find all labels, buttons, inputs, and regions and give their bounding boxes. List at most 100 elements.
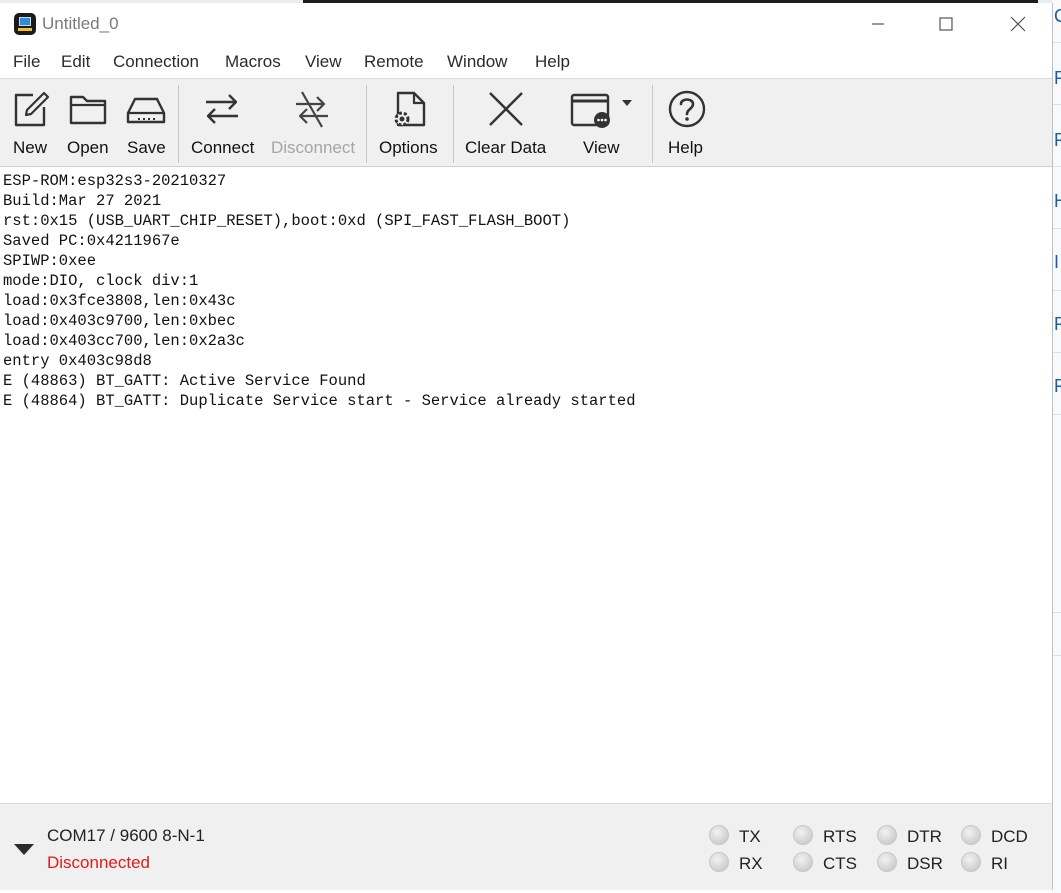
background-divider: [1052, 228, 1061, 229]
options-label: Options: [379, 138, 438, 157]
maximize-button[interactable]: [916, 3, 976, 44]
save-label: Save: [127, 138, 166, 157]
maximize-icon: [939, 16, 953, 31]
terminal-line: load:0x403cc700,len:0x2a3c: [3, 332, 245, 350]
help-question-icon: [668, 90, 706, 128]
menu-remote[interactable]: Remote: [364, 52, 424, 72]
background-divider: [1052, 352, 1061, 353]
background-divider: [1052, 290, 1061, 291]
toolbar-separator: [652, 85, 653, 163]
background-glyph: H: [1054, 191, 1061, 211]
background-divider: [1052, 655, 1061, 656]
background-divider: [1052, 612, 1061, 613]
new-label: New: [13, 138, 48, 157]
save-button[interactable]: Save: [120, 79, 174, 167]
menu-window[interactable]: Window: [447, 52, 507, 72]
status-bar: COM17 / 9600 8-N-1 Disconnected TX RX RT…: [0, 803, 1052, 890]
new-button[interactable]: New: [4, 79, 58, 167]
help-label: Help: [668, 138, 703, 157]
rx-label: RX: [739, 854, 763, 873]
dsr-label: DSR: [907, 854, 943, 873]
view-window-icon: [570, 93, 632, 128]
disconnect-label: Disconnect: [271, 138, 356, 157]
terminal-line: Saved PC:0x4211967e: [3, 232, 180, 250]
help-button[interactable]: Help: [662, 79, 714, 167]
dtr-indicator-led: [877, 825, 897, 845]
app-window: Untitled_0 File Edit Connection Macros V…: [0, 3, 1053, 890]
clear-x-icon: [489, 92, 523, 126]
toolbar-separator: [178, 85, 179, 163]
menu-macros[interactable]: Macros: [225, 52, 281, 72]
background-glyph: F: [1054, 130, 1061, 150]
options-document-gear-icon: [394, 91, 426, 127]
view-label: View: [583, 138, 620, 157]
options-button[interactable]: Options: [372, 79, 448, 167]
rts-indicator-led: [793, 825, 813, 845]
dtr-label: DTR: [907, 827, 942, 846]
dcd-label: DCD: [991, 827, 1028, 846]
terminal-line: ESP-ROM:esp32s3-20210327: [3, 172, 227, 190]
terminal-output[interactable]: ESP-ROM:esp32s3-20210327 Build:Mar 27 20…: [0, 167, 1052, 803]
collapse-toggle-icon[interactable]: [14, 844, 34, 855]
connect-label: Connect: [191, 138, 255, 157]
background-glyph: C: [1054, 6, 1061, 26]
dsr-indicator-led: [877, 852, 897, 872]
background-app-sliver: C F F H I F F: [1052, 0, 1061, 893]
terminal-line: E (48863) BT_GATT: Active Service Found: [3, 372, 366, 390]
menu-bar: File Edit Connection Macros View Remote …: [0, 44, 1052, 78]
menu-help[interactable]: Help: [535, 52, 570, 72]
window-title: Untitled_0: [42, 14, 119, 33]
folder-icon: [69, 95, 107, 125]
cts-label: CTS: [823, 854, 857, 873]
tx-label: TX: [739, 827, 761, 846]
app-icon: [14, 13, 36, 35]
ri-indicator-led: [961, 852, 981, 872]
new-file-icon: [14, 91, 50, 127]
drive-icon: [126, 97, 166, 124]
toolbar: New Open Save Connect Disconnect Options…: [0, 78, 1052, 167]
toolbar-separator: [366, 85, 367, 163]
background-divider: [1052, 166, 1061, 167]
terminal-line: mode:DIO, clock div:1: [3, 272, 199, 290]
background-glyph: F: [1054, 376, 1061, 396]
terminal-line: SPIWP:0xee: [3, 252, 97, 270]
connect-arrows-icon: [206, 94, 238, 124]
rx-indicator-led: [709, 852, 729, 872]
menu-file[interactable]: File: [13, 52, 40, 72]
cts-indicator-led: [793, 852, 813, 872]
background-glyph: F: [1054, 314, 1061, 334]
background-divider: [1052, 104, 1061, 105]
terminal-line: entry 0x403c98d8: [3, 352, 152, 370]
rts-label: RTS: [823, 827, 857, 846]
background-glyph: I: [1054, 252, 1060, 272]
menu-connection[interactable]: Connection: [113, 52, 199, 72]
terminal-line: E (48864) BT_GATT: Duplicate Service sta…: [3, 392, 636, 410]
disconnect-icon: [296, 91, 328, 128]
clear-data-button[interactable]: Clear Data: [460, 79, 552, 167]
minimize-button[interactable]: [848, 3, 908, 44]
tx-indicator-led: [709, 825, 729, 845]
terminal-line: load:0x403c9700,len:0xbec: [3, 312, 236, 330]
terminal-line: load:0x3fce3808,len:0x43c: [3, 292, 236, 310]
clear-data-label: Clear Data: [465, 138, 547, 157]
ri-label: RI: [991, 854, 1008, 873]
background-divider: [1052, 414, 1061, 415]
terminal-line: Build:Mar 27 2021: [3, 192, 162, 210]
disconnect-button[interactable]: Disconnect: [268, 79, 360, 167]
open-button[interactable]: Open: [62, 79, 116, 167]
background-glyph: F: [1054, 68, 1061, 88]
connection-status: Disconnected: [47, 853, 151, 872]
dcd-indicator-led: [961, 825, 981, 845]
view-button[interactable]: View: [562, 79, 642, 167]
terminal-line: rst:0x15 (USB_UART_CHIP_RESET),boot:0xd …: [3, 212, 571, 230]
connect-button[interactable]: Connect: [186, 79, 262, 167]
port-settings: COM17 / 9600 8-N-1: [47, 826, 205, 845]
background-divider: [1052, 42, 1061, 43]
close-button[interactable]: [988, 3, 1048, 44]
open-label: Open: [67, 138, 109, 157]
menu-edit[interactable]: Edit: [61, 52, 90, 72]
toolbar-separator: [453, 85, 454, 163]
menu-view[interactable]: View: [305, 52, 342, 72]
minimize-icon: [872, 22, 884, 25]
title-bar[interactable]: Untitled_0: [0, 3, 1052, 44]
